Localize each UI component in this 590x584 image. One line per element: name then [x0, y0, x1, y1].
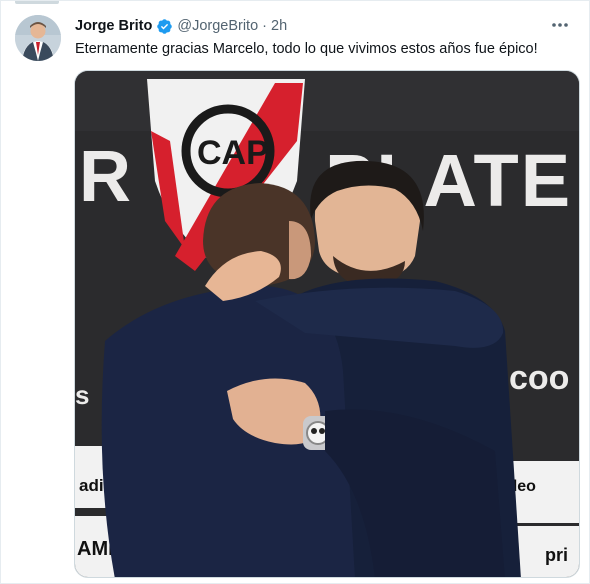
author-avatar[interactable] — [15, 15, 61, 61]
tweet-header: Jorge Brito @JorgeBrito · 2h — [75, 16, 539, 36]
photo-hug-scene: R PLATE coo CAP adidas ideo AMI pri s — [75, 71, 579, 577]
sponsor-ami: AMI — [77, 538, 114, 560]
tweet-timestamp[interactable]: 2h — [271, 18, 287, 34]
tweet-photo[interactable]: R PLATE coo CAP adidas ideo AMI pri s — [74, 70, 580, 578]
more-options-icon[interactable] — [549, 15, 571, 35]
top-accent-bar — [15, 1, 59, 4]
separator-dot: · — [262, 18, 267, 34]
backdrop-sponsor-coo: coo — [509, 359, 569, 397]
sponsor-s: s — [75, 380, 89, 410]
verified-badge-icon — [157, 18, 173, 34]
sponsor-pri: pri — [545, 545, 568, 565]
crest-letters: CAP — [197, 134, 269, 172]
tweet-text: Eternamente gracias Marcelo, todo lo que… — [75, 41, 538, 57]
author-handle[interactable]: @JorgeBrito — [177, 18, 258, 34]
avatar-image — [15, 15, 61, 61]
tweet-card[interactable]: Jorge Brito @JorgeBrito · 2h Eternamente… — [0, 0, 590, 584]
backdrop-letter-r: R — [79, 137, 131, 217]
author-name[interactable]: Jorge Brito — [75, 18, 152, 34]
